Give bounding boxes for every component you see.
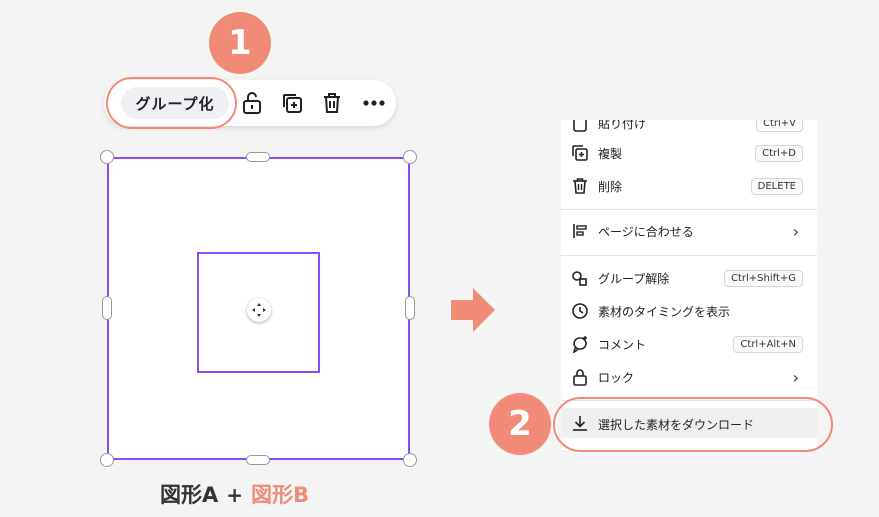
menu-divider [561, 209, 817, 210]
menu-item-comment[interactable]: コメント Ctrl+Alt+N [561, 329, 817, 359]
duplicate-icon [572, 145, 588, 161]
resize-handle-left[interactable] [102, 296, 112, 320]
menu-item-ungroup[interactable]: グループ解除 Ctrl+Shift+G [561, 263, 817, 293]
download-highlight [553, 397, 833, 452]
menu-item-duplicate[interactable]: 複製 Ctrl+D [561, 138, 817, 168]
resize-handle-top[interactable] [246, 152, 270, 162]
resize-handle-bottom-right[interactable] [403, 453, 417, 467]
menu-item-delete[interactable]: 削除 DELETE [561, 171, 817, 201]
arrow-right-icon [451, 288, 495, 332]
lock-icon [573, 369, 587, 386]
resize-handle-bottom-left[interactable] [100, 453, 114, 467]
chevron-right-icon: › [792, 221, 799, 241]
resize-handle-right[interactable] [405, 296, 415, 320]
menu-item-paste[interactable]: 貼り付け Ctrl+V [561, 120, 817, 138]
lock-icon[interactable] [240, 91, 264, 115]
menu-item-lock[interactable]: ロック › [561, 362, 817, 392]
resize-handle-top-left[interactable] [100, 150, 114, 164]
menu-item-show-timing[interactable]: 素材のタイミングを表示 [561, 296, 817, 326]
shape-caption: 図形A + 図形B [160, 483, 310, 507]
duplicate-icon[interactable] [280, 91, 304, 115]
paste-icon [573, 120, 587, 132]
menu-divider [561, 255, 817, 256]
trash-icon [573, 178, 587, 194]
align-icon [573, 224, 587, 238]
menu-item-fit-page[interactable]: ページに合わせる › [561, 216, 817, 246]
resize-handle-top-right[interactable] [403, 150, 417, 164]
move-handle[interactable] [247, 298, 271, 322]
clock-icon [572, 303, 588, 319]
move-icon [252, 303, 266, 317]
comment-icon [572, 336, 587, 353]
step-badge-1: 1 [209, 12, 271, 74]
chevron-right-icon: › [792, 367, 799, 387]
ungroup-icon [572, 271, 587, 286]
group-button-highlight [106, 77, 237, 129]
more-icon[interactable] [362, 91, 386, 115]
trash-icon[interactable] [320, 91, 344, 115]
step-badge-2: 2 [489, 393, 551, 455]
resize-handle-bottom[interactable] [246, 455, 270, 465]
